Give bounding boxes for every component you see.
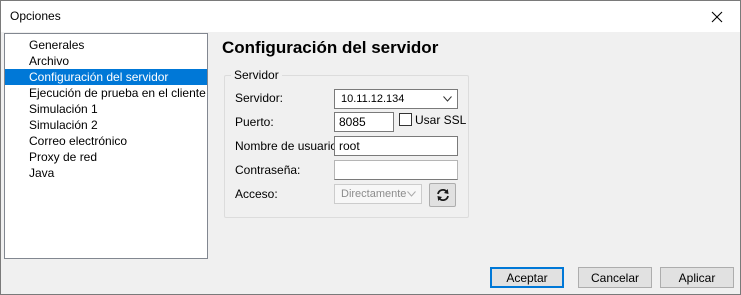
nav-item-simulacion-1[interactable]: Simulación 1 xyxy=(5,101,207,117)
button-bar: Aceptar Cancelar Aplicar xyxy=(1,260,740,294)
close-button[interactable] xyxy=(694,1,740,32)
server-value: 10.11.12.134 xyxy=(341,93,405,105)
nav-item-proxy[interactable]: Proxy de red xyxy=(5,149,207,165)
nav-item-archivo[interactable]: Archivo xyxy=(5,53,207,69)
nav-item-generales[interactable]: Generales xyxy=(5,37,207,53)
accept-button[interactable]: Aceptar xyxy=(490,267,564,288)
ssl-label: Usar SSL xyxy=(415,113,467,127)
password-label: Contraseña: xyxy=(235,163,301,177)
window-title: Opciones xyxy=(10,9,61,23)
apply-button[interactable]: Aplicar xyxy=(660,267,734,288)
access-label: Acceso: xyxy=(235,187,278,201)
group-label: Servidor xyxy=(231,68,282,82)
cancel-button[interactable]: Cancelar xyxy=(578,267,652,288)
port-input[interactable]: 8085 xyxy=(334,112,394,132)
nav-item-configuracion-servidor[interactable]: Configuración del servidor xyxy=(5,69,207,85)
port-label: Puerto: xyxy=(235,115,274,129)
nav-item-ejecucion-prueba[interactable]: Ejecución de prueba en el cliente xyxy=(5,85,207,101)
settings-panel: Configuración del servidor Servidor Serv… xyxy=(209,33,737,259)
password-input[interactable] xyxy=(334,160,458,180)
username-input[interactable]: root xyxy=(334,136,458,156)
category-list[interactable]: Generales Archivo Configuración del serv… xyxy=(4,33,208,259)
ssl-checkbox[interactable] xyxy=(399,113,412,126)
page-title: Configuración del servidor xyxy=(222,38,439,57)
close-icon xyxy=(711,11,723,22)
username-label: Nombre de usuario: xyxy=(235,139,341,153)
server-select[interactable]: 10.11.12.134 xyxy=(334,89,458,109)
access-value: Directamente xyxy=(341,188,407,200)
title-bar: Opciones xyxy=(1,1,740,32)
nav-item-correo[interactable]: Correo electrónico xyxy=(5,133,207,149)
chevron-down-icon xyxy=(443,96,452,102)
options-dialog: Opciones Generales Archivo Configuración… xyxy=(0,0,741,295)
refresh-icon xyxy=(436,189,449,201)
nav-item-java[interactable]: Java xyxy=(5,165,207,181)
refresh-button[interactable] xyxy=(429,183,456,207)
server-label: Servidor: xyxy=(235,91,284,105)
nav-item-simulacion-2[interactable]: Simulación 2 xyxy=(5,117,207,133)
access-select[interactable]: Directamente xyxy=(334,184,422,204)
chevron-down-icon xyxy=(407,191,416,197)
